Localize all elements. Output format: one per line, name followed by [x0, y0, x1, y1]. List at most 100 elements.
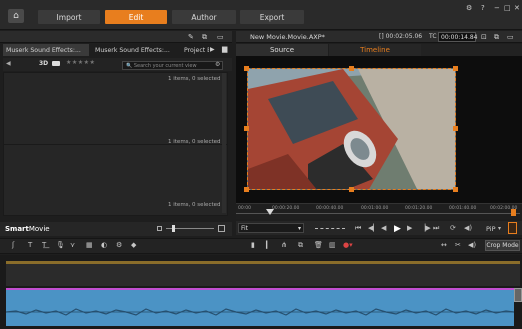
help-icon[interactable]: ?: [481, 4, 485, 12]
zoom-select-value: Fit: [241, 225, 249, 232]
tag-icon[interactable]: [52, 61, 60, 66]
crop-mode-button[interactable]: Crop Mode: [485, 240, 520, 251]
library-tab-1[interactable]: Muserk Sound Effects:...: [3, 44, 89, 56]
close-icon[interactable]: ✕: [514, 4, 520, 12]
storyboard-icon[interactable]: ▦: [86, 241, 93, 249]
paint-icon[interactable]: ◆: [131, 241, 136, 249]
zoom-fit-icon[interactable]: ↔: [441, 241, 447, 249]
search-icon: 🔍: [126, 63, 133, 69]
crop-handle-right[interactable]: [453, 126, 458, 131]
transition-icon[interactable]: ⋎: [70, 241, 75, 249]
split-icon[interactable]: ⋔: [281, 241, 287, 249]
detach-player-icon[interactable]: ⧉: [494, 33, 499, 42]
crop-handle-bottom[interactable]: [349, 187, 354, 192]
rating-filter[interactable]: ★★★★★: [66, 59, 95, 66]
video-track[interactable]: [6, 264, 520, 286]
crop-handle-br[interactable]: [453, 187, 458, 192]
video-frame-image: [248, 69, 455, 189]
tab-author[interactable]: Author: [172, 10, 236, 24]
zoom-select[interactable]: Fit ▾: [238, 223, 304, 233]
tab-export[interactable]: Export: [240, 10, 304, 24]
zoom-slider-handle[interactable]: [172, 225, 175, 232]
crop-handle-tl[interactable]: [244, 66, 249, 71]
razor-icon[interactable]: ▮: [251, 241, 255, 249]
smartmovie-label-smart: Smart: [5, 225, 29, 233]
items-count-bottom: 1 items, 0 selected: [168, 202, 221, 208]
snapshot-icon[interactable]: ⊡: [481, 33, 487, 41]
next-frame-icon[interactable]: ▕▶: [420, 224, 431, 232]
duration-timecode: [] 00:02:05.06: [379, 33, 423, 40]
clip-end-handle[interactable]: [514, 288, 522, 302]
tab-import[interactable]: Import: [38, 10, 100, 24]
fast-forward-icon[interactable]: ▶: [407, 224, 412, 232]
layout-icon[interactable]: ▭: [217, 33, 224, 41]
previous-frame-icon[interactable]: ◀▏: [368, 224, 379, 232]
library-scrollbar[interactable]: [222, 73, 226, 213]
ruler-label-2: 00:00:40.00: [316, 206, 344, 211]
volume-icon[interactable]: ◀): [464, 224, 472, 232]
ruler-label-3: 00:01:00.00: [361, 206, 389, 211]
copy-icon[interactable]: ⧉: [298, 241, 303, 250]
search-input[interactable]: 🔍 Search your current view: [122, 61, 223, 70]
home-button[interactable]: ⌂: [8, 9, 24, 23]
large-view-icon[interactable]: [218, 225, 225, 232]
smart-tool-icon[interactable]: ʃ: [12, 241, 14, 249]
back-icon[interactable]: ◀: [6, 60, 11, 67]
audio-track-clip[interactable]: [5, 288, 515, 326]
library-menu-icon[interactable]: ▆: [222, 45, 227, 53]
tab-source[interactable]: Source: [236, 44, 328, 56]
delete-icon[interactable]: 🗑: [314, 241, 323, 249]
audio-volume-line[interactable]: [6, 288, 514, 290]
rewind-icon[interactable]: ◀: [381, 224, 386, 232]
3d-filter[interactable]: 3D: [39, 60, 48, 67]
pip-dropdown-icon[interactable]: ▾: [498, 225, 501, 232]
video-preview[interactable]: [247, 68, 456, 190]
maximize-icon[interactable]: □: [504, 4, 511, 12]
effects-icon[interactable]: ⚙: [116, 241, 122, 249]
audio-mixer-icon[interactable]: ◀): [468, 241, 476, 249]
crop-toggle-button[interactable]: [508, 222, 517, 234]
end-marker[interactable]: [511, 209, 516, 216]
audio-waveform: [5, 308, 515, 316]
pip-button[interactable]: PiP: [486, 225, 496, 233]
color-icon[interactable]: ◐: [101, 241, 107, 249]
go-to-end-icon[interactable]: ⏭: [433, 224, 439, 233]
grid-icon[interactable]: ▥: [329, 241, 336, 249]
crop-handle-left[interactable]: [244, 126, 249, 131]
tc-label: TC: [429, 33, 437, 40]
player-tab-spacer: [421, 44, 522, 56]
marker-icon[interactable]: ▎: [266, 241, 271, 249]
search-options-icon[interactable]: ⚙: [215, 61, 220, 68]
title-motion-icon[interactable]: T͟: [42, 241, 46, 249]
small-view-icon[interactable]: [157, 226, 162, 231]
title-icon[interactable]: T: [28, 241, 32, 249]
record-marker-icon[interactable]: ●▾: [343, 241, 353, 249]
scissors-icon[interactable]: ✂: [455, 241, 461, 249]
ruler-label-1: 00:00:20.00: [272, 206, 300, 211]
ruler-line: [236, 213, 520, 214]
crop-handle-top[interactable]: [349, 66, 354, 71]
crop-handle-tr[interactable]: [453, 66, 458, 71]
pin-icon[interactable]: ✎: [188, 33, 194, 41]
library-tab-2[interactable]: Muserk Sound Effects:...: [92, 44, 178, 56]
shuttle-control[interactable]: [315, 228, 345, 229]
smartmovie-label[interactable]: SmartMovie: [5, 225, 50, 233]
voiceover-icon[interactable]: 🎙: [56, 241, 65, 249]
tab-timeline[interactable]: Timeline: [329, 44, 421, 56]
player-layout-icon[interactable]: ▭: [507, 33, 514, 41]
go-to-start-icon[interactable]: ⏮: [355, 224, 361, 233]
tab-edit[interactable]: Edit: [105, 10, 167, 24]
current-timecode[interactable]: 00:00:14.84: [438, 32, 478, 42]
loop-icon[interactable]: ⟳: [450, 224, 456, 232]
crop-handle-bl[interactable]: [244, 187, 249, 192]
tab-scroll-icon[interactable]: ▶: [210, 46, 215, 53]
play-icon[interactable]: ▶: [394, 224, 401, 234]
home-icon: ⌂: [13, 11, 19, 21]
minimize-icon[interactable]: −: [494, 4, 500, 12]
detach-icon[interactable]: ⧉: [202, 33, 207, 42]
playhead-marker[interactable]: [266, 209, 274, 215]
project-title: New Movie.Movie.AXP*: [250, 33, 325, 41]
settings-icon[interactable]: ⚙: [466, 4, 472, 12]
library-tab-3[interactable]: Project Bi: [181, 44, 209, 56]
chevron-down-icon: ▾: [297, 225, 301, 232]
